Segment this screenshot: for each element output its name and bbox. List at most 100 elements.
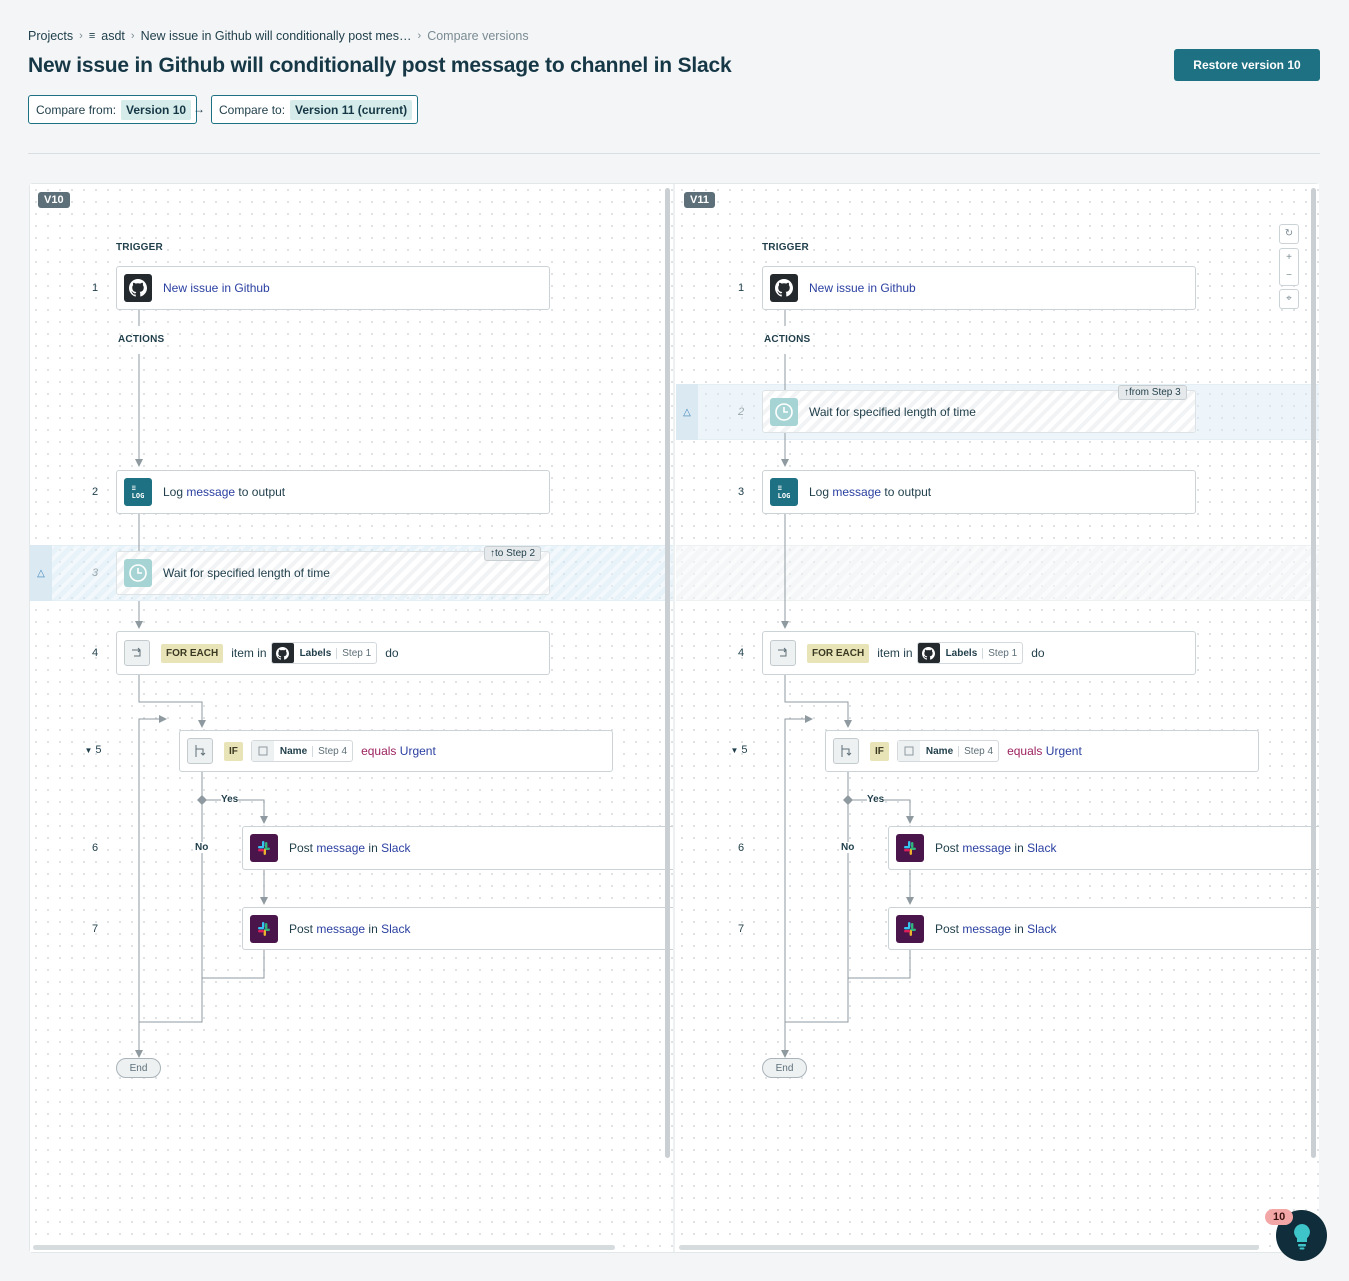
step-text: Post	[935, 921, 960, 936]
step-slack-post[interactable]: Post message in Slack	[888, 826, 1319, 870]
operator-text: equals	[361, 744, 397, 758]
if-keyword: IF	[224, 741, 243, 761]
step-slack-post[interactable]: Post message in Slack	[242, 826, 673, 870]
foreach-keyword: FOR EACH	[161, 643, 224, 663]
step-if-condition[interactable]: IF Name Step 4 equals Urgent	[825, 730, 1259, 772]
fit-view-button[interactable]: ⌖	[1279, 289, 1299, 309]
step-number: 7	[737, 923, 745, 935]
right-horizontal-scrollbar[interactable]	[679, 1245, 1259, 1250]
trigger-label: TRIGGER	[762, 242, 809, 253]
step-number: 1	[737, 282, 745, 294]
compare-to-label: Compare to:	[219, 102, 286, 117]
step-number: 7	[91, 923, 99, 935]
step-text: in	[368, 921, 378, 936]
zoom-in-button[interactable]: +	[1286, 249, 1292, 267]
github-icon	[124, 274, 152, 302]
step-number: 4	[737, 647, 745, 659]
left-vertical-scrollbar[interactable]	[665, 188, 670, 1158]
actions-label: ACTIONS	[764, 334, 811, 345]
step-title: Wait for specified length of time	[163, 566, 330, 580]
field-icon	[251, 741, 274, 761]
step-number: 2	[91, 486, 99, 498]
pill-name: Name	[279, 745, 308, 757]
page-title: New issue in Github will conditionally p…	[28, 54, 732, 77]
step-log-message[interactable]: ≡ LOG Log message to output	[116, 470, 550, 514]
step-app-link[interactable]: Slack	[1027, 922, 1056, 936]
log-icon: ≡ LOG	[124, 478, 152, 506]
pill-name: Labels	[945, 647, 978, 659]
breadcrumb-project[interactable]: asdt	[101, 29, 125, 43]
left-horizontal-scrollbar[interactable]	[33, 1245, 615, 1250]
step-link[interactable]: message	[316, 922, 365, 936]
step-link[interactable]: message	[962, 841, 1011, 855]
step-for-each[interactable]: FOR EACH item in Labels Step 1 do	[116, 631, 550, 675]
compare-to-selector[interactable]: Compare to: Version 11 (current)	[211, 95, 419, 124]
datapill-labels[interactable]: Labels Step 1	[916, 642, 1024, 664]
step-app-link[interactable]: Slack	[381, 922, 410, 936]
pill-step: Step 4	[958, 745, 998, 757]
condition-value: Urgent	[1045, 744, 1082, 758]
step-link[interactable]: message	[316, 841, 365, 855]
step-text: in	[368, 841, 378, 855]
step-text: Log	[809, 485, 830, 499]
step-link[interactable]: message	[186, 485, 235, 499]
step-text: do	[385, 646, 399, 660]
step-log-message[interactable]: ≡ LOG Log message to output	[762, 470, 1196, 514]
layers-icon: ≡	[88, 30, 96, 42]
step-text: in	[1014, 841, 1024, 855]
version-badge: V10	[38, 192, 70, 208]
step-slack-post[interactable]: Post message in Slack	[888, 907, 1319, 950]
restore-version-button[interactable]: Restore version 10	[1174, 49, 1320, 81]
step-text: Post	[289, 841, 314, 855]
datapill-labels[interactable]: Labels Step 1	[270, 642, 378, 664]
step-number[interactable]: ▼ 5	[78, 744, 108, 756]
datapill-name[interactable]: Name Step 4	[896, 740, 1000, 762]
zoom-controls: + −	[1279, 248, 1299, 286]
github-icon	[271, 643, 294, 663]
breadcrumb-projects[interactable]: Projects	[28, 29, 73, 43]
version-panel-left[interactable]: △ V10 TRIGGER ACTIONS 1 New issue in Git…	[30, 184, 673, 1252]
compare-from-selector[interactable]: Compare from: Version 10	[28, 95, 198, 124]
step-github-trigger[interactable]: New issue in Github	[762, 266, 1196, 310]
step-number-moved: 2	[737, 406, 745, 418]
step-text: Post	[935, 841, 960, 855]
step-slack-post[interactable]: Post message in Slack	[242, 907, 673, 950]
step-github-trigger[interactable]: New issue in Github	[116, 266, 550, 310]
caret-down-icon[interactable]: ▼	[84, 746, 92, 755]
step-number[interactable]: ▼ 5	[724, 744, 754, 756]
clock-icon	[124, 559, 152, 587]
breadcrumb-flow[interactable]: New issue in Github will conditionally p…	[141, 29, 412, 43]
no-branch-label: No	[195, 842, 209, 853]
zoom-out-button[interactable]: −	[1286, 267, 1292, 285]
branch-icon	[833, 738, 859, 764]
step-for-each[interactable]: FOR EACH item in Labels Step 1 do	[762, 631, 1196, 675]
yes-branch-label: Yes	[221, 794, 239, 805]
step-link[interactable]: message	[832, 485, 881, 499]
step-link[interactable]: message	[962, 922, 1011, 936]
caret-down-icon[interactable]: ▼	[730, 746, 738, 755]
slack-icon	[896, 914, 924, 943]
lightbulb-icon	[1293, 1223, 1310, 1249]
step-number: 4	[91, 647, 99, 659]
step-if-condition[interactable]: IF Name Step 4 equals Urgent	[179, 730, 613, 772]
step-text: item in	[231, 646, 267, 660]
yes-branch-label: Yes	[867, 794, 885, 805]
github-icon	[917, 643, 940, 663]
pill-step: Step 1	[982, 647, 1022, 659]
step-app-link[interactable]: Slack	[381, 841, 410, 855]
step-text: Log	[163, 485, 184, 499]
step-app-link[interactable]: Slack	[1027, 841, 1056, 855]
compare-from-label: Compare from:	[36, 102, 117, 117]
moved-tag: ↑from Step 3	[1118, 385, 1187, 400]
chevron-right-icon: ›	[130, 30, 135, 42]
step-number-moved: 3	[91, 567, 99, 579]
version-panel-right[interactable]: △ V11 TRIGGER ACTIONS ↻ + − ⌖ 1 New issu…	[676, 184, 1319, 1252]
breadcrumb-current: Compare versions	[427, 29, 529, 43]
datapill-name[interactable]: Name Step 4	[250, 740, 354, 762]
version-badge: V11	[684, 192, 715, 208]
loop-icon	[124, 640, 150, 666]
notification-count-badge: 10	[1265, 1209, 1294, 1225]
step-title: Wait for specified length of time	[809, 404, 976, 419]
reset-view-button[interactable]: ↻	[1279, 224, 1299, 244]
right-vertical-scrollbar[interactable]	[1311, 188, 1316, 1158]
